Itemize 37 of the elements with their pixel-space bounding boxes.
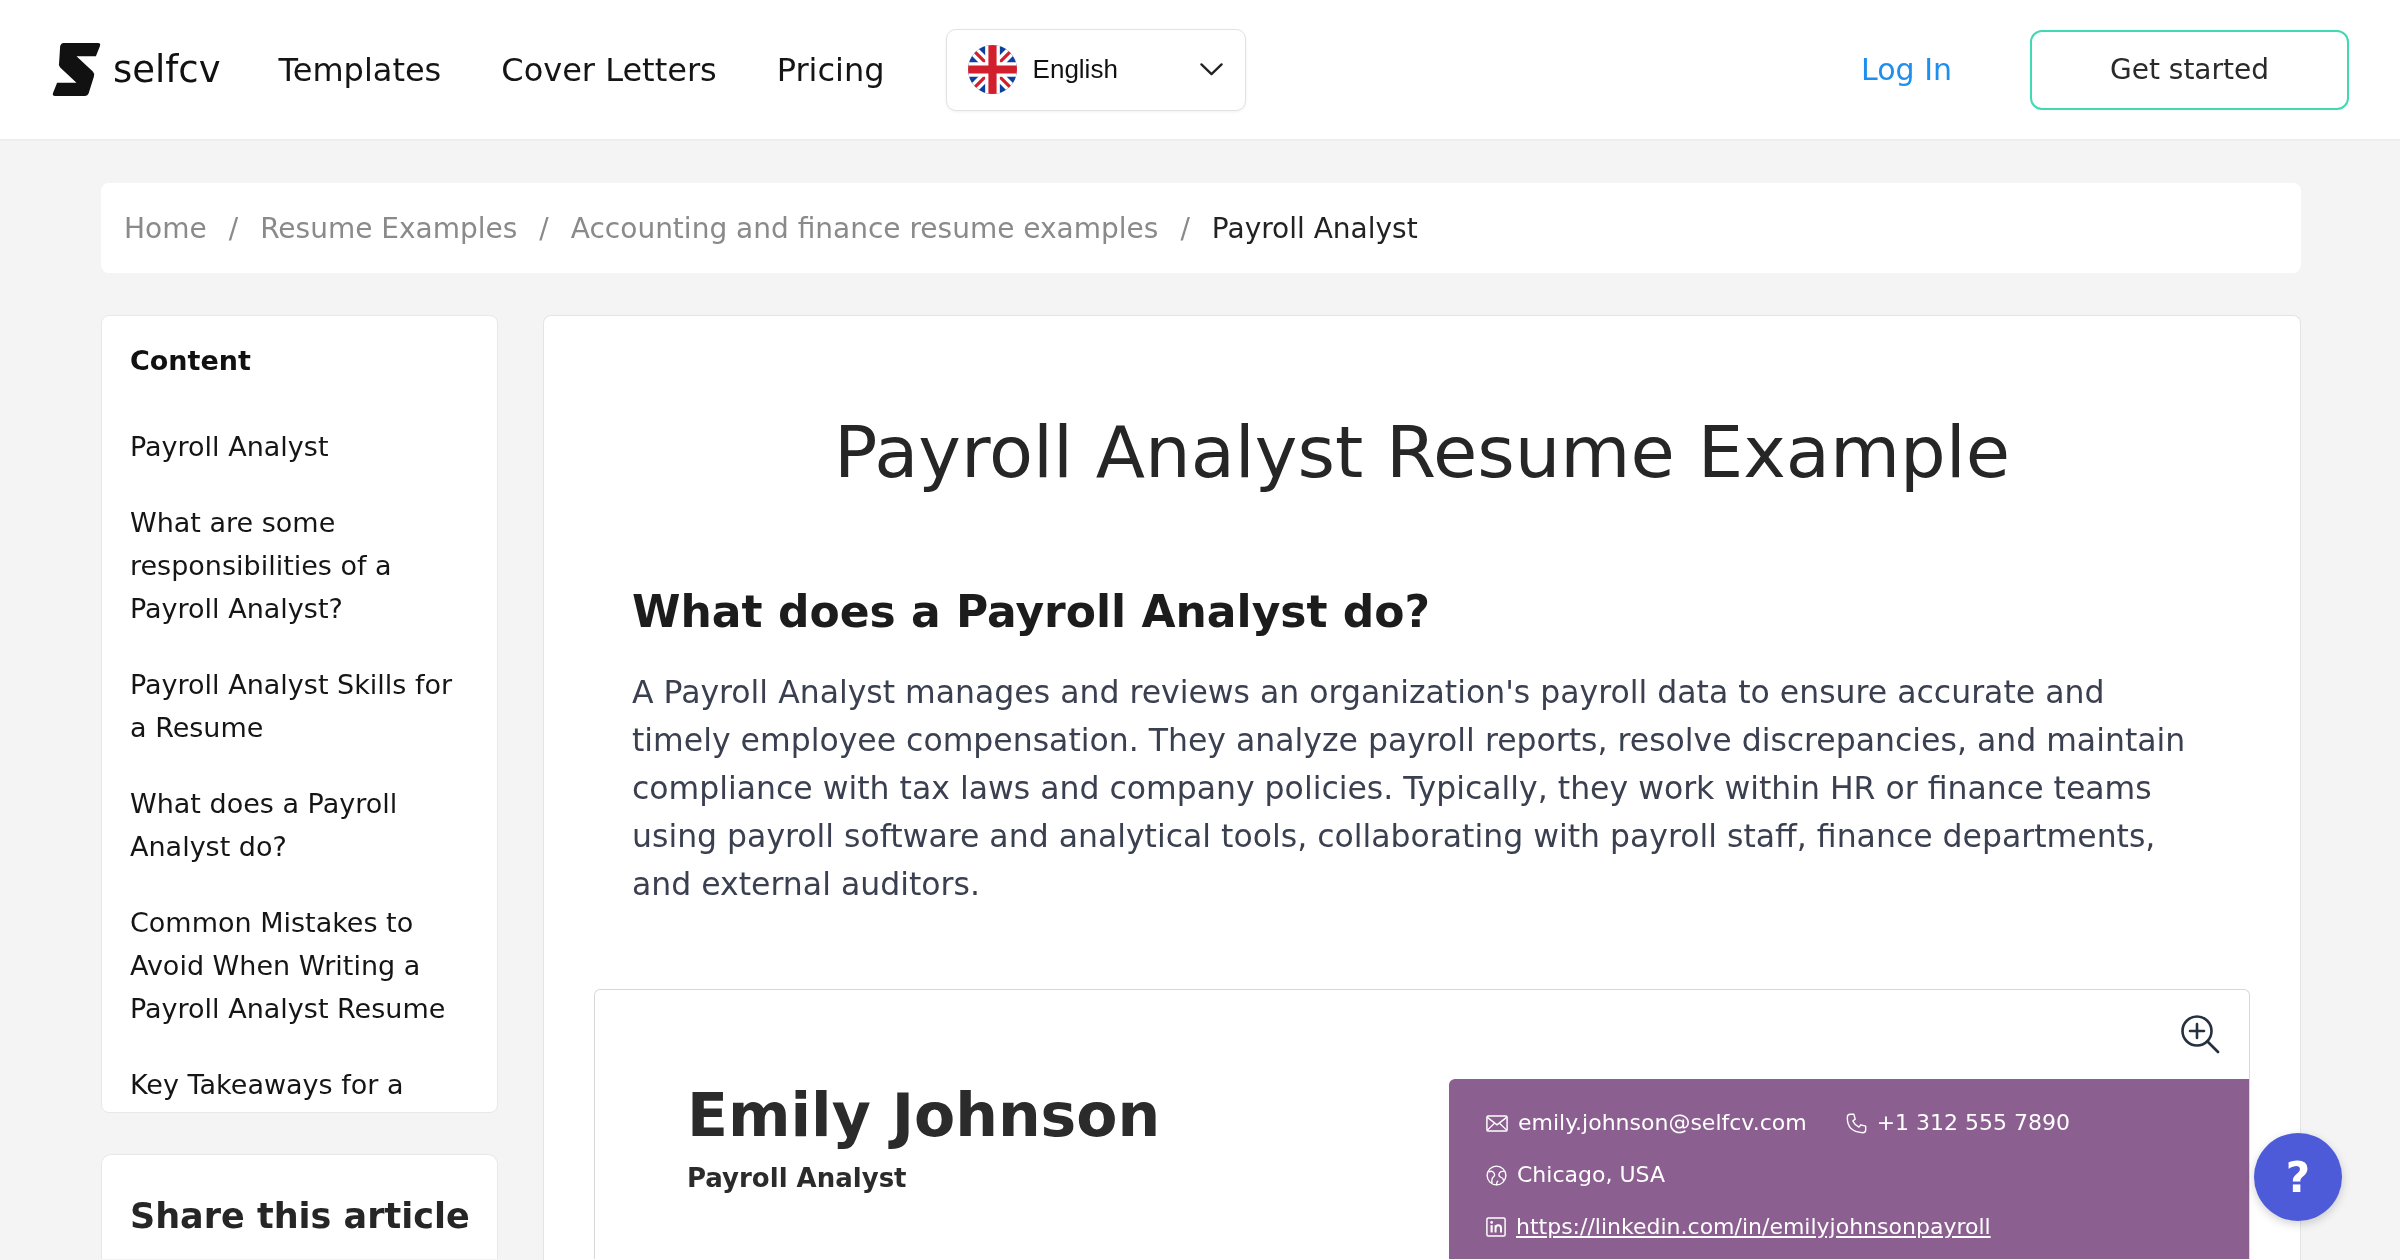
- contents-link[interactable]: Payroll Analyst: [130, 425, 468, 468]
- zoom-button[interactable]: [2180, 1014, 2220, 1054]
- resume-role: Payroll Analyst: [687, 1162, 908, 1195]
- breadcrumb-separator: /: [1180, 211, 1190, 245]
- linkedin-icon: [1486, 1217, 1506, 1237]
- contents-link[interactable]: Payroll Analyst Skills for a Resume: [130, 663, 468, 749]
- logo-link[interactable]: selfcv: [52, 43, 221, 96]
- article-title: Payroll Analyst Resume Example: [832, 409, 2011, 496]
- chevron-down-icon: [1199, 63, 1223, 76]
- email-text: emily.johnson@selfcv.com: [1518, 1109, 1807, 1137]
- contents-title: Content: [130, 344, 252, 378]
- resume-name: Emily Johnson: [687, 1079, 1162, 1151]
- profile-link[interactable]: https://linkedin.com/in/emilyjohnsonpayroll: [1516, 1211, 1991, 1243]
- section-heading: What does a Payroll Analyst do?: [632, 585, 1432, 639]
- location-text: Chicago, USA: [1517, 1161, 1665, 1189]
- get-started-button[interactable]: Get started: [2030, 29, 2349, 110]
- breadcrumb-current: Payroll Analyst: [1211, 211, 1418, 245]
- globe-icon: [1486, 1164, 1507, 1186]
- help-button[interactable]: ?: [2254, 1133, 2342, 1221]
- contents-link[interactable]: Common Mistakes to Avoid When Writing a Payroll Analyst Resume: [130, 901, 468, 1030]
- breadcrumb-separator: /: [539, 211, 549, 245]
- nav-link[interactable]: Pricing: [776, 50, 885, 89]
- nav-link[interactable]: Templates: [278, 50, 442, 89]
- envelope-icon: [1486, 1114, 1508, 1132]
- nav-link[interactable]: Cover Letters: [501, 50, 717, 89]
- contents-link[interactable]: Key Takeaways for a: [130, 1063, 468, 1106]
- contents-link[interactable]: What does a Payroll Analyst do?: [130, 782, 468, 868]
- contents-link[interactable]: What are some responsibilities of a Payroll Analyst?: [130, 501, 468, 630]
- phone-icon: [1845, 1112, 1867, 1134]
- article-paragraph: A Payroll Analyst manages and reviews an organization's payroll data to ensure accurate and timely employee compensation. They analyze payroll reports, resolve discrepancies, and maintain compliance with tax laws and company policies. Typically, they work within HR or finance teams using payroll software and analytical tools, collaborating with payroll staff, finance departments, and external auditors.: [632, 673, 2187, 904]
- zoom-in-icon: [2180, 1014, 2220, 1054]
- logo-icon: [52, 43, 101, 96]
- breadcrumb-separator: /: [228, 211, 239, 245]
- language-dropdown[interactable]: English: [945, 28, 1246, 111]
- flag-icon: [967, 45, 1017, 94]
- phone-text: +1 312 555 7890: [1876, 1109, 2071, 1137]
- share-title: Share this article: [130, 1195, 469, 1238]
